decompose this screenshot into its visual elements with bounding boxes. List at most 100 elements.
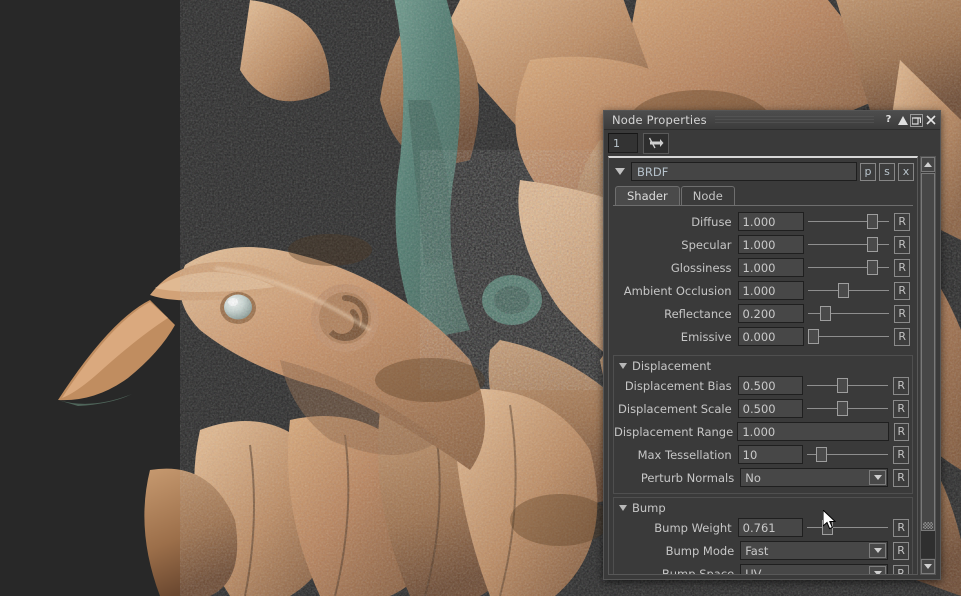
perturb-normals-reset-button[interactable]: R [893, 468, 909, 487]
vertical-scrollbar[interactable] [920, 156, 936, 575]
displacement-bias-input[interactable]: 0.500 [737, 376, 804, 395]
bump-group-header[interactable]: Bump [614, 500, 912, 517]
property-row-glossiness: Glossiness 1.000 R [613, 257, 913, 278]
bump-space-select[interactable]: UV [740, 564, 889, 575]
pin-button[interactable] [643, 132, 669, 154]
bump-space-value: UV [745, 566, 762, 575]
reflectance-slider[interactable] [807, 304, 890, 323]
specular-slider[interactable] [807, 235, 890, 254]
slider-thumb[interactable] [816, 447, 828, 462]
glossiness-input[interactable]: 1.000 [737, 258, 804, 277]
panel-titlebar[interactable]: Node Properties ? [604, 111, 940, 130]
bump-space-reset-button[interactable]: R [893, 564, 909, 574]
perturb-normals-select[interactable]: No [740, 468, 889, 487]
slider-thumb[interactable] [867, 214, 879, 229]
displacement-scale-reset-button[interactable]: R [893, 399, 909, 418]
ambient-occlusion-slider[interactable] [807, 281, 890, 300]
displacement-scale-input[interactable]: 0.500 [737, 399, 804, 418]
slider-thumb[interactable] [837, 401, 849, 416]
property-row-displacement-bias: Displacement Bias 0.500 R [614, 375, 912, 396]
node-header-row: BRDF p s x [609, 158, 917, 184]
property-row-ambient-occlusion: Ambient Occlusion 1.000 R [613, 280, 913, 301]
node-name-field[interactable]: BRDF [631, 162, 857, 181]
slider-thumb[interactable] [807, 329, 819, 344]
bump-weight-reset-button[interactable]: R [893, 518, 909, 537]
chevron-down-icon [924, 564, 932, 569]
node-index-input[interactable]: 1 [608, 133, 638, 153]
diffuse-input[interactable]: 1.000 [737, 212, 804, 231]
displacement-group-header[interactable]: Displacement [614, 358, 912, 375]
property-row-emissive: Emissive 0.000 R [613, 326, 913, 347]
displacement-bias-reset-button[interactable]: R [893, 376, 909, 395]
displacement-bias-label: Displacement Bias [624, 378, 732, 393]
reflectance-reset-button[interactable]: R [894, 304, 910, 323]
emissive-label: Emissive [680, 329, 732, 344]
scroll-up-button[interactable] [921, 157, 935, 172]
preview-button[interactable]: p [860, 162, 876, 181]
chevron-down-icon[interactable] [869, 566, 887, 574]
titlebar-grip[interactable] [714, 115, 874, 125]
property-row-bump-weight: Bump Weight 0.761 R [614, 517, 912, 538]
slider-thumb[interactable] [837, 378, 849, 393]
select-button[interactable]: s [879, 162, 895, 181]
tab-shader[interactable]: Shader [615, 186, 680, 205]
max-tessellation-reset-button[interactable]: R [893, 445, 909, 464]
restore-icon[interactable] [910, 113, 923, 127]
displacement-scale-label: Displacement Scale [618, 401, 732, 416]
pin-icon [648, 137, 664, 149]
reflectance-input[interactable]: 0.200 [737, 304, 804, 323]
delete-button[interactable]: x [898, 162, 914, 181]
scrollbar-track[interactable] [921, 173, 935, 558]
tab-underline [613, 205, 913, 206]
slider-thumb[interactable] [867, 237, 879, 252]
specular-input[interactable]: 1.000 [737, 235, 804, 254]
bump-mode-reset-button[interactable]: R [893, 541, 909, 560]
bump-weight-slider[interactable] [807, 518, 889, 537]
displacement-scale-slider[interactable] [807, 399, 889, 418]
displacement-bias-slider[interactable] [807, 376, 889, 395]
displacement-range-reset-button[interactable]: R [893, 422, 910, 441]
property-row-displacement-range: Displacement Range 1.000 R [614, 421, 912, 442]
triangle-down-icon[interactable] [615, 168, 625, 175]
glossiness-slider[interactable] [807, 258, 890, 277]
triangle-down-icon [619, 363, 627, 369]
slider-thumb[interactable] [819, 306, 831, 321]
scrollbar-thumb[interactable] [921, 173, 935, 532]
bump-weight-input[interactable]: 0.761 [737, 518, 804, 537]
max-tessellation-slider[interactable] [807, 445, 889, 464]
max-tessellation-label: Max Tessellation [637, 447, 732, 462]
node-properties-panel[interactable]: Node Properties ? 1 BRDF p s x Shader No… [603, 110, 941, 580]
bump-group-label: Bump [632, 501, 666, 515]
shader-group: Diffuse 1.000 R Specular 1.000 R Glossiness 1.0… [613, 209, 913, 352]
bump-mode-select[interactable]: Fast [740, 541, 889, 560]
close-icon[interactable] [924, 114, 937, 127]
property-row-reflectance: Reflectance 0.200 R [613, 303, 913, 324]
slider-thumb[interactable] [867, 260, 879, 275]
diffuse-reset-button[interactable]: R [894, 212, 910, 231]
panel-title: Node Properties [612, 113, 707, 127]
ambient-occlusion-input[interactable]: 1.000 [737, 281, 804, 300]
scrollbar-grip [923, 522, 933, 530]
emissive-slider[interactable] [807, 327, 890, 346]
chevron-down-icon[interactable] [869, 543, 887, 558]
displacement-range-input[interactable]: 1.000 [737, 422, 889, 441]
slider-track [807, 336, 890, 337]
slider-thumb[interactable] [822, 520, 834, 535]
emissive-input[interactable]: 0.000 [737, 327, 804, 346]
ambient-occlusion-reset-button[interactable]: R [894, 281, 910, 300]
specular-reset-button[interactable]: R [894, 235, 910, 254]
bump-mode-label: Bump Mode [665, 543, 735, 558]
property-row-perturb-normals: Perturb Normals No R [614, 467, 912, 488]
scroll-down-button[interactable] [921, 559, 935, 574]
diffuse-slider[interactable] [807, 212, 890, 231]
help-icon[interactable]: ? [882, 114, 895, 127]
chevron-up-icon [924, 162, 932, 167]
slider-thumb[interactable] [837, 283, 849, 298]
collapse-icon[interactable] [896, 114, 909, 127]
chevron-down-icon[interactable] [869, 470, 887, 485]
glossiness-reset-button[interactable]: R [894, 258, 910, 277]
perturb-normals-value: No [745, 470, 761, 485]
max-tessellation-input[interactable]: 10 [737, 445, 804, 464]
emissive-reset-button[interactable]: R [894, 327, 910, 346]
tab-node[interactable]: Node [680, 186, 735, 205]
